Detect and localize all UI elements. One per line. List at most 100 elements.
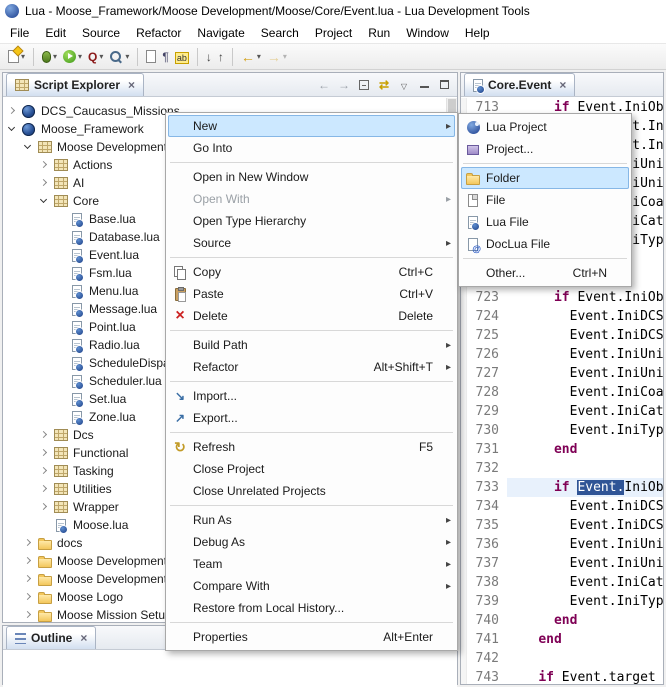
view-back-icon[interactable] [318,78,330,92]
menu-source[interactable]: Source [74,23,128,43]
menu-window[interactable]: Window [398,23,457,43]
code-line[interactable]: 736 Event.IniUnitName = Event.IniDCSUnit… [461,535,663,554]
menu-item-debug-as[interactable]: Debug As▸ [168,531,455,553]
menu-item-other[interactable]: Other...Ctrl+N [461,262,629,284]
next-annotation-button[interactable] [203,47,215,67]
code-line[interactable]: 725 Event.IniDCSUnitName = Event.IniDCSU… [461,326,663,345]
menu-item-source[interactable]: Source▸ [168,232,455,254]
view-menu-icon[interactable] [398,78,410,92]
menu-item-open-in-new-window[interactable]: Open in New Window [168,166,455,188]
maximize-icon[interactable] [438,80,450,89]
expand-chevron-icon[interactable] [39,178,50,189]
code-line[interactable]: 734 Event.IniDCSUnit = Event.initiator [461,497,663,516]
dropdown-caret-icon[interactable]: ▾ [21,52,25,61]
previous-annotation-button[interactable] [215,47,227,67]
line-number[interactable]: 738 [461,573,507,592]
expand-chevron-icon[interactable] [39,430,50,441]
menu-help[interactable]: Help [457,23,498,43]
dropdown-caret-icon[interactable]: ▾ [53,52,57,61]
dropdown-caret-icon[interactable]: ▾ [78,52,82,61]
line-number[interactable]: 729 [461,402,507,421]
line-number[interactable]: 732 [461,459,507,478]
code-line[interactable]: 735 Event.IniDCSUnitName = Event.IniDCSU… [461,516,663,535]
code-line[interactable]: 729 Event.IniCategory = Event.IniDCSUnit… [461,402,663,421]
expand-chevron-icon[interactable] [39,160,50,171]
menu-project[interactable]: Project [307,23,360,43]
open-resource-button[interactable] [143,47,159,66]
expand-chevron-icon[interactable] [7,106,18,117]
menu-item-close-unrelated-projects[interactable]: Close Unrelated Projects [168,480,455,502]
menu-refactor[interactable]: Refactor [128,23,189,43]
new-wizard-button[interactable]: ▾ [5,47,28,66]
menu-item-delete[interactable]: DeleteDelete [168,305,455,327]
expand-chevron-icon[interactable] [39,196,50,207]
line-number[interactable]: 726 [461,345,507,364]
code-line[interactable]: 741 end [461,630,663,649]
code-line[interactable]: 742 [461,649,663,668]
forward-button[interactable]: ▾ [264,46,290,68]
menu-item-run-as[interactable]: Run As▸ [168,509,455,531]
tab-script-explorer[interactable]: Script Explorer × [6,73,144,96]
menu-navigate[interactable]: Navigate [189,23,252,43]
expand-chevron-icon[interactable] [23,538,34,549]
menu-item-restore-from-local-history[interactable]: Restore from Local History... [168,597,455,619]
close-icon[interactable]: × [80,633,87,643]
expand-chevron-icon[interactable] [23,610,34,621]
menu-item-paste[interactable]: PasteCtrl+V [168,283,455,305]
minimize-icon[interactable] [418,81,430,88]
code-line[interactable]: 739 Event.IniTypeName = Event.IniDCSUnit… [461,592,663,611]
menu-item-copy[interactable]: CopyCtrl+C [168,261,455,283]
menu-item-doclua-file[interactable]: DocLua File [461,233,629,255]
search-button[interactable]: ▾ [106,47,132,67]
line-number[interactable]: 743 [461,668,507,684]
expand-chevron-icon[interactable] [39,502,50,513]
line-number[interactable]: 740 [461,611,507,630]
menu-item-lua-project[interactable]: Lua Project [461,116,629,138]
expand-chevron-icon[interactable] [23,556,34,567]
menu-item-build-path[interactable]: Build Path▸ [168,334,455,356]
line-number[interactable]: 723 [461,288,507,307]
menu-item-export[interactable]: Export... [168,407,455,429]
close-icon[interactable]: × [559,80,566,90]
expand-chevron-icon[interactable] [39,484,50,495]
run-button[interactable]: ▾ [60,47,85,66]
debug-button[interactable]: ▾ [39,48,60,66]
code-line[interactable]: 726 Event.IniUnitName = Event.IniDCSUnit… [461,345,663,364]
tab-outline[interactable]: Outline × [6,626,96,649]
menu-run[interactable]: Run [360,23,398,43]
line-number[interactable]: 730 [461,421,507,440]
line-number[interactable]: 739 [461,592,507,611]
link-editor-icon[interactable] [378,78,390,92]
show-whitespace-button[interactable] [159,47,171,67]
code-line[interactable]: 731 end [461,440,663,459]
code-line[interactable]: 737 Event.IniUnit = CARGO:FindByName( Ev… [461,554,663,573]
dropdown-caret-icon[interactable]: ▾ [125,52,129,61]
line-number[interactable]: 742 [461,649,507,668]
menu-item-open-type-hierarchy[interactable]: Open Type Hierarchy [168,210,455,232]
menu-item-file[interactable]: File [461,189,629,211]
menu-item-properties[interactable]: PropertiesAlt+Enter [168,626,455,648]
code-line[interactable]: 728 Event.IniCoalition = Event.IniDCSUni… [461,383,663,402]
line-number[interactable]: 724 [461,307,507,326]
menu-item-team[interactable]: Team▸ [168,553,455,575]
tab-core-event[interactable]: Core.Event × [464,73,575,96]
dropdown-caret-icon[interactable]: ▾ [257,52,261,61]
collapse-all-icon[interactable] [358,80,370,90]
line-number[interactable]: 734 [461,497,507,516]
dropdown-caret-icon[interactable]: ▾ [99,52,103,61]
line-number[interactable]: 731 [461,440,507,459]
view-forward-icon[interactable] [338,78,350,92]
code-line[interactable]: 738 Event.IniCategory = Event.IniDCSUnit… [461,573,663,592]
menu-item-refresh[interactable]: RefreshF5 [168,436,455,458]
expand-chevron-icon[interactable] [23,142,34,153]
menu-search[interactable]: Search [253,23,307,43]
mark-occurrences-button[interactable] [172,47,192,67]
dropdown-caret-icon[interactable]: ▾ [283,52,287,61]
expand-chevron-icon[interactable] [39,466,50,477]
menu-file[interactable]: File [2,23,37,43]
menu-item-go-into[interactable]: Go Into [168,137,455,159]
line-number[interactable]: 728 [461,383,507,402]
menu-item-close-project[interactable]: Close Project [168,458,455,480]
menu-item-project[interactable]: Project... [461,138,629,160]
menu-edit[interactable]: Edit [37,23,74,43]
